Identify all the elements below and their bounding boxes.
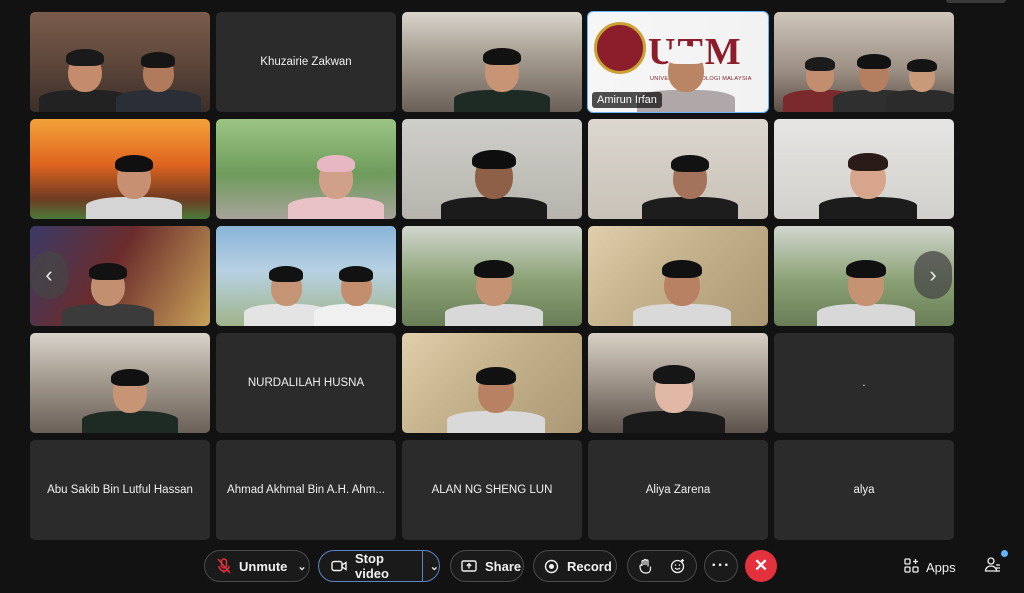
participant-figure <box>634 119 746 219</box>
participant-grid: Khuzairie Zakwan UTMUNIVERSITI TEKNOLOGI … <box>30 11 954 540</box>
end-call-button[interactable]: ✕ <box>745 550 777 582</box>
participant-name-tile[interactable]: Aliya Zarena <box>588 440 768 540</box>
participant-figure <box>54 226 162 326</box>
more-icon: ··· <box>711 557 731 574</box>
participant-name-tile[interactable]: NURDALILAH HUSNA <box>216 333 396 433</box>
chevron-down-icon[interactable]: ⌄ <box>430 560 439 573</box>
participant-figure <box>74 333 186 433</box>
participant-name-label: Amirun Irfan <box>592 92 662 108</box>
participant-name: Abu Sakib Bin Lutful Hassan <box>47 484 193 496</box>
camera-icon <box>331 560 347 572</box>
more-button[interactable]: ··· <box>704 550 738 582</box>
participant-figure <box>78 119 190 219</box>
participant-name-tile[interactable]: alya <box>774 440 954 540</box>
apps-button[interactable]: Apps <box>904 558 956 576</box>
participant-figure <box>306 226 396 326</box>
participant-figure <box>808 226 924 326</box>
participant-video-tile[interactable] <box>30 12 210 112</box>
reactions-icon[interactable] <box>670 558 686 574</box>
apps-label: Apps <box>926 559 956 575</box>
share-label: Share <box>485 558 522 574</box>
record-button[interactable]: Record <box>533 550 617 582</box>
participant-figure <box>280 119 392 219</box>
share-button[interactable]: Share <box>450 550 524 582</box>
participant-name: alya <box>853 484 875 496</box>
participant-name: ALAN NG SHENG LUN <box>431 484 553 496</box>
stop-video-label: Stop video <box>355 551 389 581</box>
chevron-left-icon: ‹ <box>45 262 53 287</box>
control-bar: Unmute ⌄ Stop video ⌄ Share Record ··· ✕… <box>0 548 1024 584</box>
participant-video-tile[interactable] <box>402 12 582 112</box>
unmute-label: Unmute <box>239 558 288 574</box>
participant-name: Khuzairie Zakwan <box>260 56 352 68</box>
participant-video-tile[interactable] <box>30 333 210 433</box>
participant-video-tile[interactable] <box>402 226 582 326</box>
participant-name-tile[interactable]: Abu Sakib Bin Lutful Hassan <box>30 440 210 540</box>
participant-figure <box>810 119 926 219</box>
previous-page-button[interactable]: ‹ <box>30 251 68 299</box>
participant-name: Aliya Zarena <box>645 484 711 496</box>
participant-figure <box>880 12 954 112</box>
participant-name-tile[interactable]: . <box>774 333 954 433</box>
participant-figure <box>624 226 740 326</box>
share-screen-icon <box>461 559 477 573</box>
participant-video-tile[interactable] <box>588 333 768 433</box>
participant-name: . <box>862 377 866 389</box>
participant-figure <box>436 226 552 326</box>
notification-dot <box>1001 550 1008 557</box>
participant-name-tile[interactable]: Khuzairie Zakwan <box>216 12 396 112</box>
participant-video-tile[interactable] <box>402 333 582 433</box>
participants-button[interactable] <box>984 550 1008 578</box>
divider <box>421 551 423 581</box>
record-label: Record <box>567 558 612 574</box>
chevron-right-icon: › <box>929 262 937 287</box>
participant-name: NURDALILAH HUSNA <box>247 377 365 389</box>
participant-name-tile[interactable]: Ahmad Akhmal Bin A.H. Ahm... <box>216 440 396 540</box>
top-bar-edge <box>946 0 1006 3</box>
mic-muted-icon <box>217 558 231 574</box>
participant-video-tile[interactable] <box>402 119 582 219</box>
participant-name: Ahmad Akhmal Bin A.H. Ahm... <box>227 484 385 496</box>
apps-icon <box>904 558 919 576</box>
participant-video-tile[interactable] <box>774 12 954 112</box>
participant-video-tile[interactable] <box>216 119 396 219</box>
participant-figure <box>438 333 554 433</box>
participant-video-tile[interactable] <box>30 119 210 219</box>
participant-video-tile[interactable] <box>588 119 768 219</box>
participant-video-tile[interactable] <box>774 119 954 219</box>
participants-icon <box>984 557 1002 578</box>
hand-reactions-group <box>627 550 697 582</box>
participant-figure <box>432 119 556 219</box>
participant-figure <box>108 12 208 112</box>
meeting-window: Khuzairie Zakwan UTMUNIVERSITI TEKNOLOGI … <box>0 0 1024 593</box>
next-page-button[interactable]: › <box>914 251 952 299</box>
participant-name-tile[interactable]: ALAN NG SHENG LUN <box>402 440 582 540</box>
chevron-down-icon[interactable]: ⌄ <box>297 560 306 573</box>
participant-video-tile[interactable]: UTMUNIVERSITI TEKNOLOGI MALAYSIAAmirun I… <box>587 11 769 113</box>
stop-video-button[interactable]: Stop video ⌄ <box>318 550 440 582</box>
participant-figure <box>614 333 734 433</box>
end-call-icon: ✕ <box>753 556 769 575</box>
participant-video-tile[interactable] <box>216 226 396 326</box>
participant-figure <box>446 12 558 112</box>
unmute-button[interactable]: Unmute ⌄ <box>204 550 310 582</box>
participant-video-tile[interactable] <box>588 226 768 326</box>
raise-hand-icon[interactable] <box>638 558 652 574</box>
record-icon <box>544 559 559 574</box>
